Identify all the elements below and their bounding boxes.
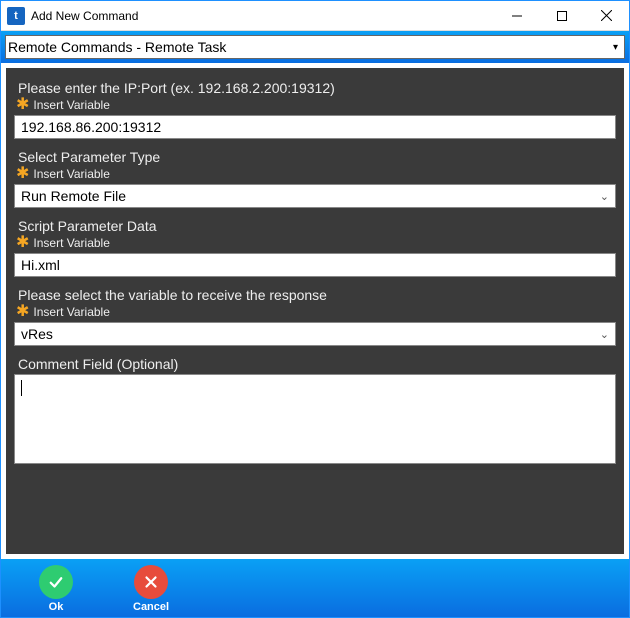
param-type-label: Select Parameter Type: [14, 147, 616, 167]
response-var-label: Please select the variable to receive th…: [14, 285, 616, 305]
ok-label: Ok: [49, 601, 64, 613]
param-type-insert-variable[interactable]: ✱ Insert Variable: [14, 167, 616, 184]
comment-textarea[interactable]: [14, 374, 616, 464]
close-icon: [134, 565, 168, 599]
script-data-label: Script Parameter Data: [14, 216, 616, 236]
param-type-select[interactable]: Run Remote File ⌄: [14, 184, 616, 208]
field-script-data: Script Parameter Data ✱ Insert Variable …: [14, 216, 616, 277]
ipport-input[interactable]: 192.168.86.200:19312: [14, 115, 616, 139]
chevron-down-icon: ▾: [613, 42, 618, 53]
cancel-label: Cancel: [133, 601, 169, 613]
insert-variable-label: Insert Variable: [33, 167, 109, 181]
response-var-select[interactable]: vRes ⌄: [14, 322, 616, 346]
close-icon: [601, 10, 612, 21]
star-icon: ✱: [16, 237, 29, 249]
insert-variable-label: Insert Variable: [33, 236, 109, 250]
script-data-insert-variable[interactable]: ✱ Insert Variable: [14, 236, 616, 253]
ipport-label: Please enter the IP:Port (ex. 192.168.2.…: [14, 78, 616, 98]
chevron-down-icon: ⌄: [600, 328, 609, 341]
script-data-value: Hi.xml: [21, 257, 60, 273]
response-var-value: vRes: [21, 326, 53, 342]
insert-variable-label: Insert Variable: [33, 98, 109, 112]
field-ipport: Please enter the IP:Port (ex. 192.168.2.…: [14, 78, 616, 139]
window-title: Add New Command: [31, 9, 138, 23]
close-button[interactable]: [584, 1, 629, 31]
param-type-value: Run Remote File: [21, 188, 126, 204]
titlebar: t Add New Command: [1, 1, 629, 31]
command-row: Remote Commands - Remote Task ▾: [1, 31, 629, 63]
cancel-button[interactable]: Cancel: [133, 565, 169, 613]
chevron-down-icon: ⌄: [600, 190, 609, 203]
response-var-insert-variable[interactable]: ✱ Insert Variable: [14, 305, 616, 322]
command-select-value: Remote Commands - Remote Task: [8, 39, 226, 55]
ok-button[interactable]: Ok: [39, 565, 73, 613]
text-cursor: [21, 380, 22, 396]
comment-label: Comment Field (Optional): [14, 354, 616, 374]
star-icon: ✱: [16, 99, 29, 111]
main-panel: Please enter the IP:Port (ex. 192.168.2.…: [6, 68, 624, 554]
minimize-icon: [512, 11, 522, 21]
ipport-value: 192.168.86.200:19312: [21, 119, 161, 135]
command-select[interactable]: Remote Commands - Remote Task ▾: [5, 35, 625, 59]
field-comment: Comment Field (Optional): [14, 354, 616, 464]
ipport-insert-variable[interactable]: ✱ Insert Variable: [14, 98, 616, 115]
minimize-button[interactable]: [494, 1, 539, 31]
script-data-input[interactable]: Hi.xml: [14, 253, 616, 277]
star-icon: ✱: [16, 306, 29, 318]
maximize-icon: [557, 11, 567, 21]
footer: Ok Cancel: [1, 559, 629, 617]
field-response-var: Please select the variable to receive th…: [14, 285, 616, 346]
star-icon: ✱: [16, 168, 29, 180]
insert-variable-label: Insert Variable: [33, 305, 109, 319]
check-icon: [39, 565, 73, 599]
maximize-button[interactable]: [539, 1, 584, 31]
field-param-type: Select Parameter Type ✱ Insert Variable …: [14, 147, 616, 208]
app-icon: t: [7, 7, 25, 25]
window-frame: t Add New Command Remote Commands - Remo…: [0, 0, 630, 618]
